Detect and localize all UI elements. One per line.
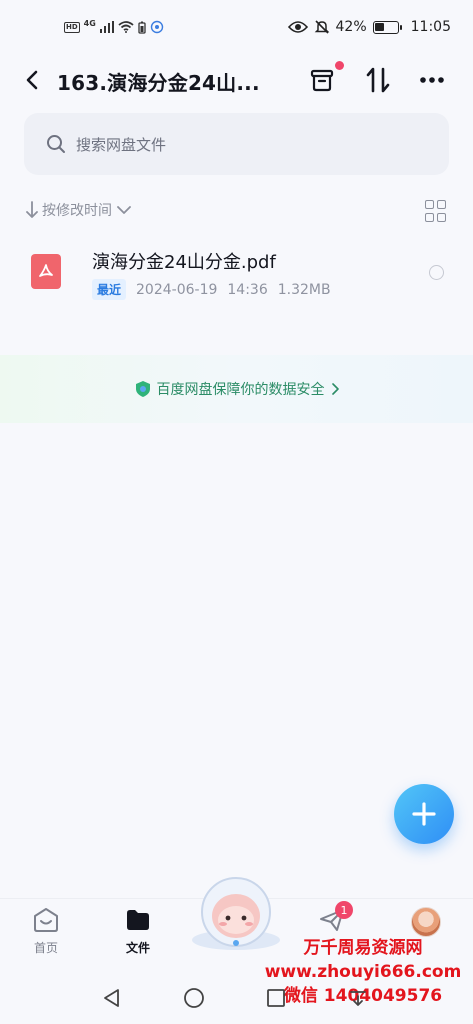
system-notification-button[interactable] [346, 986, 370, 1010]
nav-profile[interactable] [396, 907, 456, 937]
watermark-line-1: 万千周易资源网 [303, 938, 423, 958]
triangle-back-icon [104, 989, 119, 1007]
sort-arrows-icon [366, 67, 390, 93]
messages-badge: 1 [335, 901, 353, 919]
battery-level [375, 23, 384, 31]
pull-down-icon [350, 991, 366, 1006]
network-indicator: 4G [83, 18, 96, 28]
grid-cell-icon [437, 200, 446, 209]
wifi-icon [118, 21, 134, 33]
plus-icon [412, 802, 436, 826]
file-date: 2024-06-19 [136, 281, 218, 298]
system-navigation [0, 974, 473, 1024]
nav-files-label: 文件 [125, 941, 150, 955]
square-recents-icon [267, 989, 285, 1007]
archive-box-icon [310, 69, 334, 92]
chevron-right-icon [331, 383, 339, 395]
sort-toggle-button[interactable] [362, 64, 394, 96]
file-time: 14:36 [227, 281, 268, 298]
file-meta: 最近 2024-06-19 14:36 1.32MB [92, 279, 331, 300]
nav-home-label: 首页 [33, 941, 58, 955]
system-back-button[interactable] [100, 986, 124, 1010]
more-dots-icon [420, 77, 444, 83]
file-list-item[interactable]: 演海分金24山分金.pdf 最近 2024-06-19 14:36 1.32MB [0, 238, 473, 310]
search-input[interactable]: 搜索网盘文件 [24, 113, 449, 175]
title-bar: 163.演海分金24山... [0, 58, 473, 102]
mute-bell-icon [314, 20, 329, 34]
notification-dot [335, 61, 344, 70]
pdf-file-icon [31, 254, 61, 289]
add-button[interactable] [394, 784, 454, 844]
clock: 11:05 [410, 19, 451, 35]
signal-icon [99, 21, 114, 33]
battery-icon [372, 20, 402, 34]
chevron-left-icon [26, 70, 38, 90]
nav-home[interactable]: 首页 [16, 907, 76, 956]
arrow-down-icon [26, 201, 38, 218]
status-left: HD 4G [64, 18, 164, 34]
chevron-down-icon [117, 206, 131, 214]
transfer-list-button[interactable] [306, 61, 344, 96]
grid-cell-icon [425, 212, 434, 222]
eye-icon [287, 21, 308, 33]
circle-home-icon [184, 988, 204, 1008]
back-button[interactable] [20, 66, 44, 94]
sort-label: 按修改时间 [42, 203, 112, 219]
battery-percent: 42% [335, 19, 367, 35]
security-banner-text: 百度网盘保障你的数据安全 [156, 382, 325, 398]
small-battery-icon [138, 21, 146, 34]
file-size: 1.32MB [277, 281, 331, 298]
file-select-checkbox[interactable] [429, 265, 444, 280]
grid-view-toggle[interactable] [425, 200, 447, 222]
more-button[interactable] [416, 64, 448, 96]
system-home-button[interactable] [182, 986, 206, 1010]
search-icon [47, 135, 65, 153]
baidu-netdisk-status-icon [150, 20, 164, 34]
status-bar: HD 4G 42% 11:05 [0, 0, 473, 58]
avatar [411, 907, 441, 937]
hd-indicator: HD [64, 21, 80, 33]
pdf-glyph-icon [39, 263, 53, 277]
file-name: 演海分金24山分金.pdf [92, 252, 276, 273]
home-face-icon [34, 908, 58, 932]
nav-messages[interactable]: 1 [302, 901, 362, 933]
sort-selector[interactable]: 按修改时间 [26, 200, 132, 220]
recent-badge: 最近 [92, 279, 127, 300]
folder-icon [127, 910, 149, 930]
nav-files[interactable]: 文件 [108, 907, 168, 956]
security-banner[interactable]: 百度网盘保障你的数据安全 [0, 355, 473, 423]
page-title: 163.演海分金24山... [57, 71, 260, 95]
system-recents-button[interactable] [264, 986, 288, 1010]
status-right: 42% 11:05 [287, 19, 451, 35]
grid-cell-icon [437, 212, 446, 222]
search-placeholder: 搜索网盘文件 [76, 135, 167, 154]
shield-icon [135, 381, 150, 397]
grid-cell-icon [425, 200, 434, 209]
